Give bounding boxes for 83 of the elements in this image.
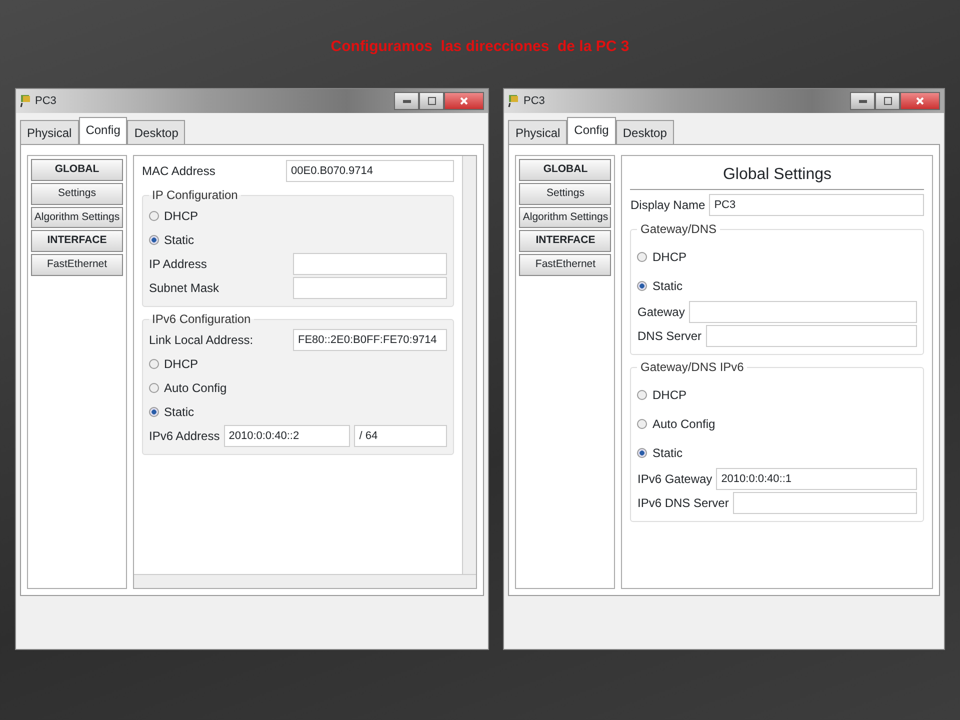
minimize-icon	[402, 100, 411, 102]
radio-icon[interactable]	[637, 280, 648, 290]
field-label: Gateway	[637, 304, 685, 321]
minimize-button[interactable]	[850, 92, 875, 110]
section-label: IPv6 Configuration	[151, 311, 252, 328]
radio-label: DHCP	[652, 248, 686, 266]
input-field[interactable]: 00E0.B070.9714	[286, 160, 454, 182]
radio-label: Static	[652, 444, 682, 462]
radio-label: Static	[652, 278, 682, 294]
input-field[interactable]: FE80::2E0:B0FF:FE70:9714	[293, 329, 448, 351]
field-label: IPv6 Address	[149, 428, 220, 445]
radio-label: Auto Config	[164, 380, 227, 397]
sidebar-button[interactable]: Algorithm Settings	[519, 206, 612, 228]
pc-icon	[20, 94, 32, 108]
input-field[interactable]: 2010:0:0:40::1	[716, 468, 917, 490]
close-button[interactable]	[444, 92, 484, 110]
minimize-button[interactable]	[394, 92, 420, 110]
sidebar-button[interactable]: FastEthernet	[519, 254, 612, 276]
maximize-icon	[884, 97, 892, 105]
input-field[interactable]	[688, 301, 917, 323]
maximize-button[interactable]	[875, 92, 900, 110]
close-button[interactable]	[900, 92, 940, 110]
input-field[interactable]	[732, 492, 917, 514]
tab[interactable]: Config	[78, 117, 128, 145]
section-button[interactable]: INTERFACE	[31, 230, 123, 252]
radio-icon[interactable]	[149, 235, 159, 245]
radio-icon[interactable]	[149, 359, 159, 369]
section-button[interactable]: GLOBAL	[519, 159, 612, 181]
tab[interactable]: Config	[567, 117, 616, 145]
panel-heading: Global Settings	[630, 159, 924, 190]
input-field[interactable]	[293, 253, 448, 275]
maximize-icon	[428, 97, 436, 105]
tab[interactable]: Physical	[20, 120, 79, 145]
prefix-value: 64	[365, 430, 378, 442]
input-field[interactable]	[706, 325, 917, 347]
input-field[interactable]: PC3	[709, 194, 924, 216]
field-label: DNS Server	[637, 328, 702, 345]
sidebar-button[interactable]: Settings	[31, 182, 123, 204]
field-label: Subnet Mask	[149, 280, 220, 297]
prefix-field[interactable]: / 64	[354, 425, 448, 447]
input-field[interactable]: 2010:0:0:40::2	[224, 425, 350, 447]
radio-label: DHCP	[652, 386, 686, 404]
close-icon	[460, 97, 468, 105]
radio-icon[interactable]	[637, 418, 648, 428]
input-field[interactable]	[293, 277, 448, 299]
section-label: Gateway/DNS IPv6	[639, 359, 745, 376]
sidebar-button[interactable]: FastEthernet	[31, 254, 123, 276]
section-button[interactable]: GLOBAL	[31, 159, 123, 181]
scrollbar[interactable]	[462, 156, 476, 574]
section-label: IP Configuration	[151, 187, 239, 204]
radio-icon[interactable]	[637, 448, 648, 458]
field-label: IPv6 Gateway	[637, 471, 712, 488]
window-title: PC3	[523, 94, 545, 109]
radio-icon[interactable]	[637, 252, 648, 262]
maximize-button[interactable]	[419, 92, 444, 110]
radio-label: Auto Config	[652, 416, 716, 432]
field-label: IPv6 DNS Server	[637, 495, 729, 512]
radio-label: DHCP	[164, 356, 198, 373]
section-button[interactable]: INTERFACE	[519, 230, 612, 252]
field-label: MAC Address	[142, 163, 216, 180]
tab[interactable]: Desktop	[616, 120, 674, 145]
slide-title: Configuramos las direcciones de la PC 3	[330, 37, 630, 57]
field-label: Link Local Address:	[149, 332, 254, 349]
section-label: Gateway/DNS	[639, 221, 718, 238]
radio-label: Static	[164, 232, 194, 249]
minimize-icon	[858, 100, 866, 102]
radio-icon[interactable]	[637, 390, 648, 400]
radio-icon[interactable]	[149, 407, 159, 417]
radio-icon[interactable]	[149, 211, 159, 221]
field-label: IP Address	[149, 256, 208, 273]
sidebar-button[interactable]: Settings	[519, 182, 612, 204]
radio-label: Static	[164, 404, 194, 421]
radio-label: DHCP	[164, 208, 198, 225]
scrollbar[interactable]	[134, 574, 476, 588]
separator-text: /	[359, 430, 362, 442]
window-title: PC3	[35, 94, 56, 109]
sidebar-button[interactable]: Algorithm Settings	[31, 206, 123, 228]
radio-icon[interactable]	[149, 383, 159, 393]
pc-icon	[508, 94, 520, 108]
tab[interactable]: Physical	[508, 120, 568, 145]
field-label: Display Name	[630, 197, 706, 214]
close-icon	[916, 97, 924, 105]
tab[interactable]: Desktop	[127, 120, 186, 145]
